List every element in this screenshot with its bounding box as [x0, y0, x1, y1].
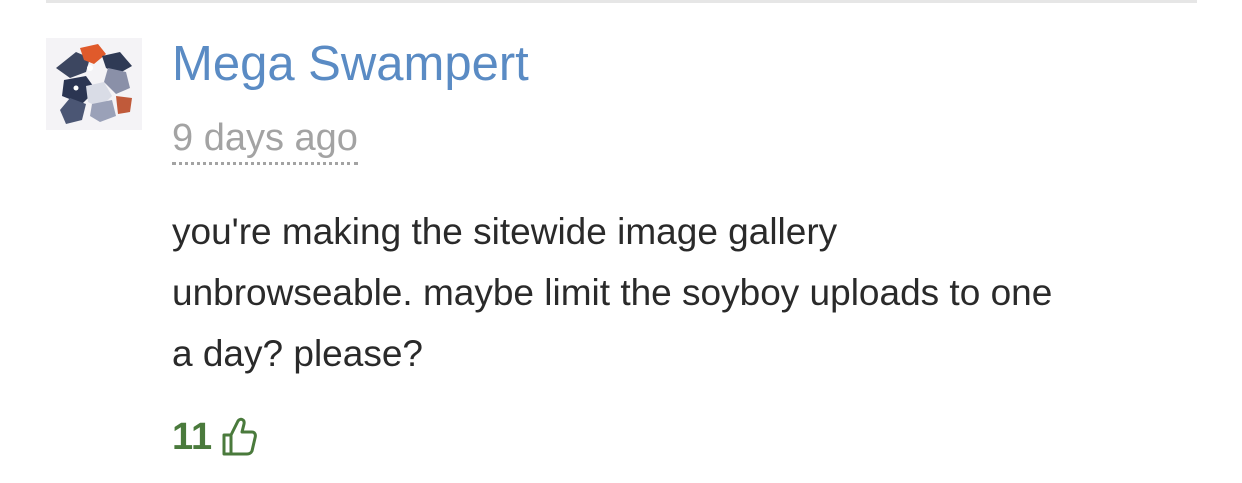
avatar[interactable] — [46, 38, 142, 130]
author-link[interactable]: Mega Swampert — [172, 34, 529, 94]
comment-timestamp[interactable]: 9 days ago — [172, 116, 358, 165]
comment-body: you're making the sitewide image gallery… — [172, 201, 1212, 384]
divider — [46, 0, 1197, 3]
comment-line: unbrowseable. maybe limit the soyboy upl… — [172, 272, 1053, 313]
comment-line: you're making the sitewide image gallery — [172, 211, 838, 252]
vote-count: 11 — [172, 416, 213, 458]
comment-line: a day? please? — [172, 333, 423, 374]
thumbs-up-icon[interactable] — [220, 416, 258, 458]
vote-area: 11 — [172, 412, 258, 462]
comment-card: Mega Swampert 9 days ago you're making t… — [0, 0, 1242, 483]
